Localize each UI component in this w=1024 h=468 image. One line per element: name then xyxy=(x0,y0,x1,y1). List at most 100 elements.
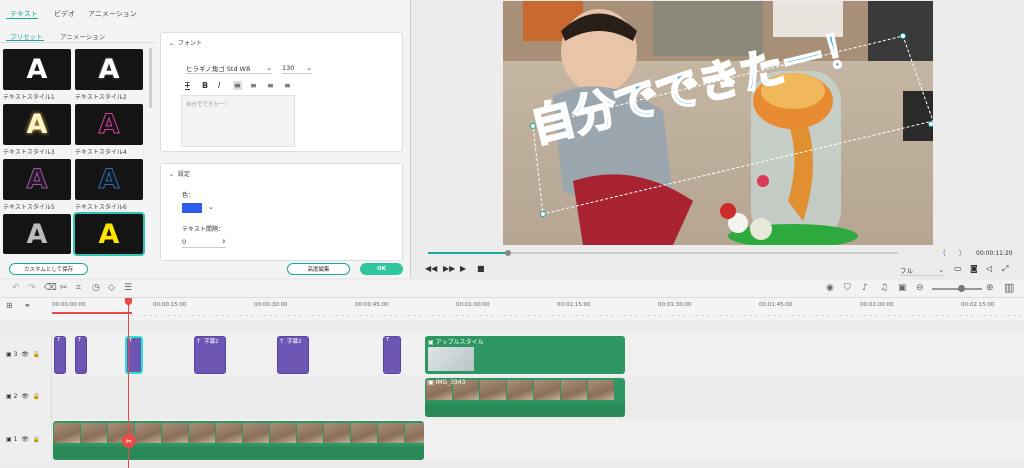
undo-icon[interactable]: ↶ xyxy=(12,283,20,293)
delete-icon[interactable]: ⌫ xyxy=(44,283,57,293)
clip-label: アップルスタイル xyxy=(435,339,484,346)
align-left-icon[interactable]: ≡ xyxy=(233,81,242,90)
monitor-icon[interactable]: ▭ xyxy=(954,264,962,273)
preset-letter: A xyxy=(26,164,48,196)
preset-tile[interactable]: A xyxy=(73,212,145,256)
align-right-icon[interactable]: ≡ xyxy=(267,81,274,90)
settings-section-header[interactable]: ⌄ 設定 xyxy=(169,169,190,178)
title-clip[interactable]: T xyxy=(75,336,87,374)
video-clip-label: ▣ IMG_3343 xyxy=(428,379,466,386)
link-icon[interactable]: ⚭ xyxy=(24,301,31,310)
preset-tile[interactable]: A xyxy=(3,159,71,200)
keyframe-icon[interactable]: ◇ xyxy=(108,283,115,293)
camera-icon[interactable]: ◙ xyxy=(970,264,978,273)
preset-tile[interactable]: A xyxy=(75,104,143,145)
scissors-icon[interactable]: ✂ xyxy=(122,434,136,448)
clip-label: 字幕2 xyxy=(287,339,302,345)
track-number: 2 xyxy=(13,393,18,400)
chevron-down-icon: ⌄ xyxy=(306,63,312,72)
title-clip[interactable]: T 字幕2 xyxy=(194,336,226,374)
tab-video[interactable]: ビデオ xyxy=(54,9,75,19)
video-clip[interactable]: ▣ IMG_3343 xyxy=(425,378,625,417)
crop-icon[interactable]: ⌗ xyxy=(76,283,81,293)
subtab-animation[interactable]: アニメーション xyxy=(60,31,105,41)
volume-icon[interactable]: ◁ xyxy=(986,264,992,273)
add-track-icon[interactable]: ⊞ xyxy=(6,301,13,310)
scissors-icon[interactable]: ✂ xyxy=(60,283,68,293)
eye-icon[interactable]: 👁 xyxy=(21,436,29,443)
chevron-down-icon: ⌄ xyxy=(938,265,944,274)
voiceover-icon[interactable]: ♫ xyxy=(880,283,888,293)
step-forward-icon[interactable]: ▶▶ xyxy=(443,264,455,273)
preset-tile[interactable]: A xyxy=(3,104,71,145)
ruler-tick: 00:01:45:00 xyxy=(759,302,793,308)
save-custom-button[interactable]: カスタムとして保存 xyxy=(9,263,88,275)
preset-label: テキストスタイル1 xyxy=(3,94,55,101)
lock-icon[interactable]: 🔒 xyxy=(33,351,40,358)
video-preview[interactable]: 自分でできたー！ xyxy=(503,1,933,245)
font-size: 130 xyxy=(282,63,295,72)
align-center-icon[interactable]: ≡ xyxy=(250,81,257,90)
chevron-down-icon[interactable]: ⌄ xyxy=(208,203,214,211)
title-clip-icon: T xyxy=(129,338,133,344)
eye-icon[interactable]: 👁 xyxy=(21,351,29,358)
lock-icon[interactable]: 🔒 xyxy=(33,393,40,400)
zoom-handle[interactable] xyxy=(958,285,965,292)
redo-icon[interactable]: ↷ xyxy=(28,283,36,293)
strikethrough-icon[interactable]: T xyxy=(185,81,190,90)
timeline-ruler[interactable]: 00:00:00:00 00:00:15:00 00:00:30:00 00:0… xyxy=(52,298,1024,320)
preset-tile[interactable]: A xyxy=(75,159,143,200)
text-input[interactable]: 自分でできたー！ xyxy=(181,95,295,147)
snapshot-icon[interactable]: ▣ xyxy=(898,283,907,293)
title-clip[interactable]: T 字幕2 xyxy=(277,336,309,374)
mark-in-icon[interactable]: { xyxy=(942,249,946,257)
preset-tile[interactable]: A xyxy=(75,49,143,90)
step-back-icon[interactable]: ◀◀ xyxy=(425,264,437,273)
preset-tile[interactable]: A xyxy=(3,214,71,254)
italic-icon[interactable]: I xyxy=(218,81,220,90)
font-size-dropdown[interactable]: 130 ⌄ xyxy=(282,62,312,74)
video-clip[interactable] xyxy=(53,421,424,460)
advanced-edit-button[interactable]: 高度編集 xyxy=(287,263,350,275)
quality-dropdown[interactable]: フル ⌄ xyxy=(900,264,944,276)
stepper-icon[interactable]: ⇕ xyxy=(222,239,226,245)
clip-label: 字幕2 xyxy=(204,339,219,345)
justify-icon[interactable]: ≡ xyxy=(284,81,291,90)
zoom-slider[interactable] xyxy=(932,288,982,290)
marker-icon[interactable]: ⛉ xyxy=(844,283,851,293)
play-icon[interactable]: ▶ xyxy=(460,264,466,273)
microphone-icon[interactable]: ♪ xyxy=(862,283,868,293)
preset-scrollbar[interactable] xyxy=(149,48,152,108)
font-dropdown[interactable]: ヒラギノ角ゴ Std W8 ⌄ xyxy=(186,62,272,74)
spacing-stepper[interactable]: 0 ⇕ xyxy=(182,236,226,248)
grid-view-icon[interactable]: ▥ xyxy=(1004,281,1014,294)
divider xyxy=(0,42,155,43)
eye-icon[interactable]: 👁 xyxy=(21,393,29,400)
style-clip[interactable]: ▣ アップルスタイル xyxy=(425,336,625,374)
fullscreen-icon[interactable]: ⤢ xyxy=(1002,264,1008,274)
mark-out-icon[interactable]: } xyxy=(958,249,962,257)
audio-mix-icon[interactable]: ☰ xyxy=(124,283,132,293)
ruler-tick: 00:01:30:00 xyxy=(658,302,692,308)
preset-letter: A xyxy=(26,218,48,250)
progress-handle[interactable] xyxy=(504,250,511,256)
zoom-out-icon[interactable]: ⊖ xyxy=(916,283,924,293)
bold-icon[interactable]: B xyxy=(202,81,208,90)
left-panel: テキスト ビデオ アニメーション プリセット アニメーション A テキストスタイ… xyxy=(0,0,411,278)
ruler-tick: 00:02:15:00 xyxy=(961,302,995,308)
color-swatch[interactable] xyxy=(182,203,202,213)
text-input-value: 自分でできたー！ xyxy=(186,102,231,108)
tab-animation[interactable]: アニメーション xyxy=(88,9,137,19)
stop-icon[interactable]: ■ xyxy=(477,264,485,273)
title-clip[interactable]: T xyxy=(383,336,401,374)
title-clip-icon: T xyxy=(197,339,201,345)
render-icon[interactable]: ◉ xyxy=(826,283,834,293)
font-section-header[interactable]: ⌄ フォント xyxy=(169,38,202,47)
lock-icon[interactable]: 🔒 xyxy=(33,436,40,443)
preset-tile[interactable]: A xyxy=(3,49,71,90)
track-label: ▣ 3 👁 🔒 xyxy=(6,351,41,358)
zoom-in-icon[interactable]: ⊕ xyxy=(986,283,994,293)
ok-button[interactable]: OK xyxy=(360,263,403,275)
title-clip[interactable]: T xyxy=(54,336,66,374)
speed-icon[interactable]: ◷ xyxy=(92,283,100,293)
